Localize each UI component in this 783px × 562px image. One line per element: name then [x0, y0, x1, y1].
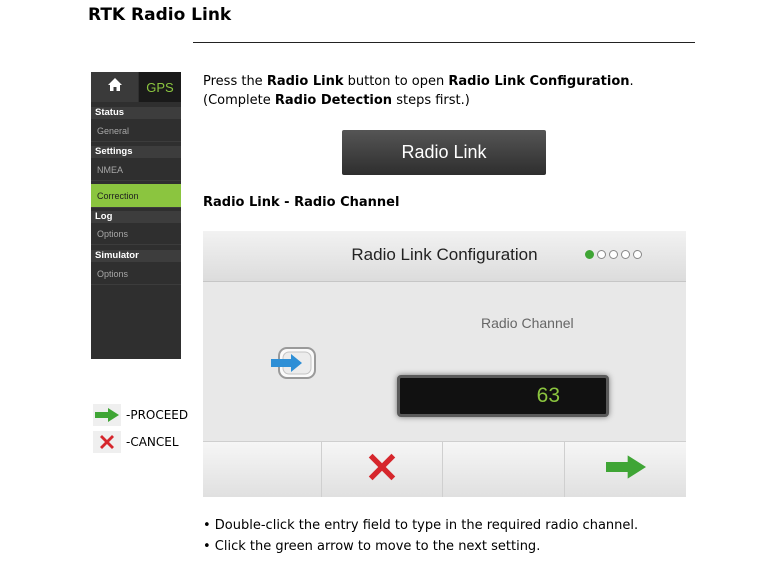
- sidebar-header-log: Log: [91, 211, 181, 223]
- panel-footer: [203, 441, 686, 497]
- sidebar-item-simulator-options[interactable]: Options: [91, 265, 181, 285]
- cancel-x-icon: [93, 431, 121, 453]
- gps-sidebar: GPS Status General Settings NMEA Correct…: [91, 72, 181, 359]
- instructions-list: • Double-click the entry field to type i…: [203, 515, 638, 557]
- cancel-button[interactable]: [322, 442, 443, 497]
- legend-proceed-label: -PROCEED: [126, 408, 189, 422]
- cancel-x-icon: [365, 450, 399, 489]
- sidebar-item-nmea[interactable]: NMEA: [91, 161, 181, 181]
- page-dot: [609, 250, 618, 259]
- sidebar-item-log-options[interactable]: Options: [91, 225, 181, 245]
- title-divider: [193, 42, 695, 43]
- intro-paragraph: Press the Radio Link button to open Radi…: [203, 72, 683, 110]
- radio-channel-label: Radio Channel: [481, 315, 574, 331]
- panel-header: Radio Link Configuration: [203, 231, 686, 282]
- proceed-arrow-icon: [605, 455, 646, 484]
- page-dot-active: [585, 250, 594, 259]
- proceed-arrow-icon: [93, 404, 121, 426]
- legend-cancel-label: -CANCEL: [126, 435, 179, 449]
- radio-link-button[interactable]: Radio Link: [342, 130, 546, 175]
- intro-text: steps first.): [392, 93, 470, 108]
- page-dot: [621, 250, 630, 259]
- page-dot: [633, 250, 642, 259]
- intro-text: Press the: [203, 74, 267, 89]
- proceed-button[interactable]: [565, 442, 686, 497]
- home-icon: [107, 78, 122, 96]
- document-title: RTK Radio Link: [88, 5, 232, 25]
- sidebar-item-correction[interactable]: Correction: [91, 184, 181, 208]
- sidebar-header-settings: Settings: [91, 146, 181, 158]
- tab-gps[interactable]: GPS: [139, 72, 181, 102]
- radio-channel-input[interactable]: 63: [397, 375, 609, 417]
- list-item: • Double-click the entry field to type i…: [203, 518, 639, 533]
- intro-text: button to open: [343, 74, 449, 89]
- list-item: • Click the green arrow to move to the n…: [203, 539, 541, 554]
- page-dot: [597, 250, 606, 259]
- section-heading: Radio Link - Radio Channel: [203, 195, 400, 210]
- intro-bold-radio-detection: Radio Detection: [274, 93, 393, 108]
- footer-empty-cell: [443, 442, 565, 497]
- page-indicator: [585, 250, 642, 259]
- back-arrow-icon[interactable]: [269, 345, 319, 381]
- home-button[interactable]: [91, 72, 138, 102]
- radio-link-config-panel: Radio Link Configuration Radio Channel 6…: [203, 231, 686, 497]
- footer-empty-cell: [203, 442, 322, 497]
- intro-bold-radio-link-configuration: Radio Link Configuration: [448, 74, 630, 89]
- sidebar-item-general[interactable]: General: [91, 122, 181, 142]
- intro-bold-radio-link: Radio Link: [266, 74, 344, 89]
- sidebar-header-status: Status: [91, 107, 181, 119]
- sidebar-header-simulator: Simulator: [91, 250, 181, 262]
